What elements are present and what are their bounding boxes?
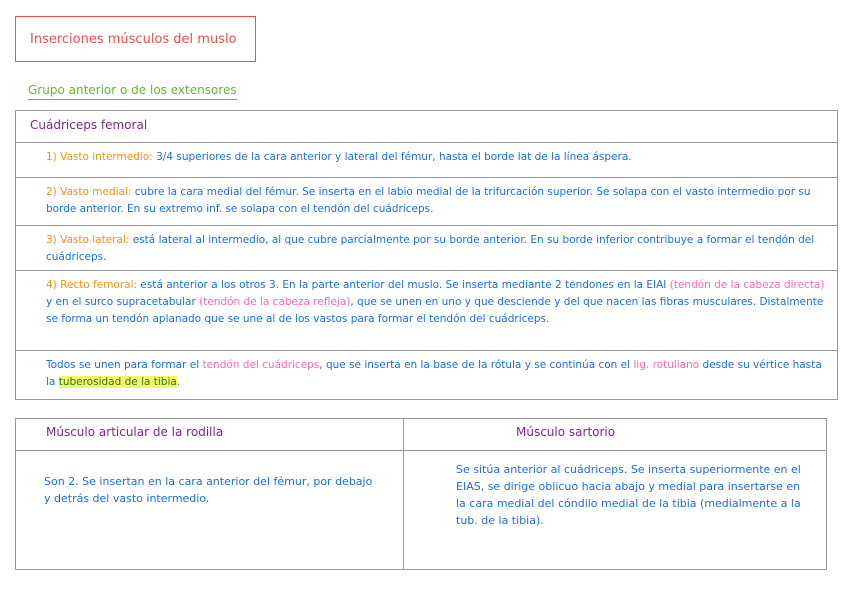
page-title: Inserciones músculos del muslo	[15, 16, 256, 62]
quadriceps-header: Cuádriceps femoral	[16, 111, 837, 143]
table-row: 2) Vasto medial: cubre la cara medial de…	[16, 178, 837, 226]
row-text: está lateral al intermedio, al que cubre…	[46, 234, 815, 263]
table-row: 4) Recto femoral: está anterior a los ot…	[16, 271, 837, 351]
row-text: 3/4 superiores de la cara anterior y lat…	[156, 151, 632, 163]
highlight-term: (tendón de la cabeza refleja)	[199, 296, 351, 308]
row-text: Todos se unen para formar el	[46, 359, 203, 371]
row-text: y en el surco supracetabular	[46, 296, 200, 308]
highlight-term: lig. rotuliano	[633, 359, 700, 371]
row-label: 1) Vasto intermedio:	[46, 151, 157, 163]
sartorius-header: Músculo sartorio	[516, 425, 616, 439]
row-text: está anterior a los otros 3. En la parte…	[140, 279, 670, 291]
row-label: 3) Vasto lateral:	[46, 234, 133, 246]
articularis-header: Músculo articular de la rodilla	[46, 425, 224, 439]
table-row: Todos se unen para formar el tendón del …	[16, 351, 837, 401]
row-label: 2) Vasto medial:	[46, 186, 135, 198]
table-row: 3) Vasto lateral: está lateral al interm…	[16, 226, 837, 271]
row-text: .	[176, 376, 181, 388]
section-subtitle: Grupo anterior o de los extensores	[28, 83, 237, 100]
row-label: 4) Recto femoral:	[46, 279, 141, 291]
row-text: , que se inserta en la base de la rótula…	[319, 359, 634, 371]
sartorius-text: Se sitúa anterior al cuádriceps. Se inse…	[456, 463, 801, 527]
highlight-term: tendón del cuádriceps	[202, 359, 320, 371]
muscles-table: Músculo articular de la rodilla Músculo …	[15, 418, 827, 570]
table-row: 1) Vasto intermedio: 3/4 superiores de l…	[16, 143, 837, 178]
highlighted-text: tuberosidad de la tibia	[58, 376, 177, 388]
articularis-text: Son 2. Se insertan en la cara anterior d…	[44, 475, 373, 505]
quadriceps-table: Cuádriceps femoral 1) Vasto intermedio: …	[15, 110, 838, 400]
highlight-term: (tendón de la cabeza directa)	[669, 279, 825, 291]
row-text: cubre la cara medial del fémur. Se inser…	[46, 186, 811, 215]
